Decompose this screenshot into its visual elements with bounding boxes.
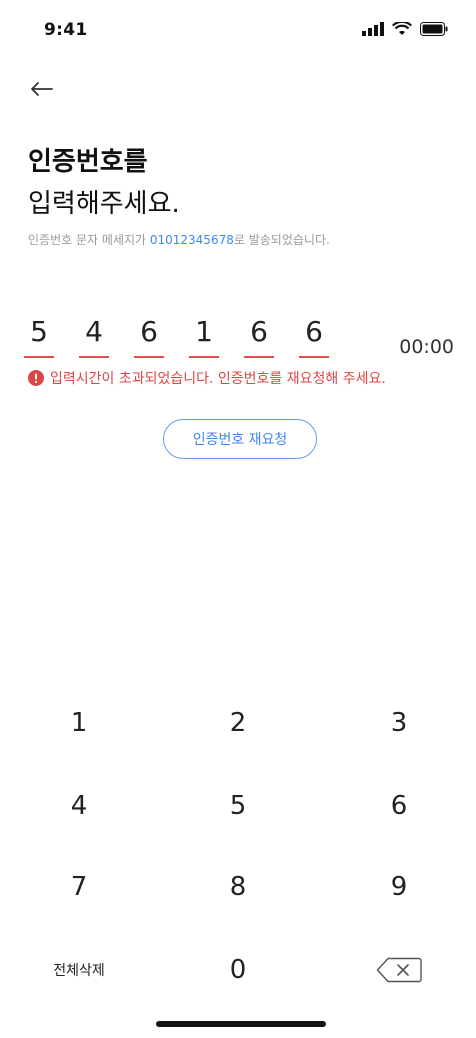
back-button[interactable] xyxy=(24,72,58,106)
key-6[interactable]: 6 xyxy=(339,773,459,839)
battery-icon xyxy=(420,22,448,36)
code-digit-value: 1 xyxy=(195,315,213,348)
clear-all-button[interactable]: 전체삭제 xyxy=(19,937,139,1003)
error-message: 입력시간이 초과되었습니다. 인증번호를 재요청해 주세요. xyxy=(28,368,386,388)
code-digit-4[interactable]: 1 xyxy=(189,312,219,358)
phone-number: 01012345678 xyxy=(149,233,234,247)
code-digit-2[interactable]: 4 xyxy=(79,312,109,358)
code-digit-6[interactable]: 6 xyxy=(299,312,329,358)
digit-underline xyxy=(134,356,164,358)
status-icons xyxy=(362,22,448,36)
digit-underline xyxy=(244,356,274,358)
resend-code-button[interactable]: 인증번호 재요청 xyxy=(163,419,317,459)
key-8[interactable]: 8 xyxy=(178,854,298,920)
status-bar: 9:41 xyxy=(0,0,476,64)
countdown-timer: 00:00 xyxy=(399,336,454,358)
status-time: 9:41 xyxy=(44,20,88,40)
digit-underline xyxy=(24,356,54,358)
backspace-icon xyxy=(376,957,422,983)
code-digit-value: 4 xyxy=(85,315,103,348)
key-0[interactable]: 0 xyxy=(178,937,298,1003)
code-digit-value: 5 xyxy=(30,315,48,348)
error-text: 입력시간이 초과되었습니다. 인증번호를 재요청해 주세요. xyxy=(50,371,386,387)
key-3[interactable]: 3 xyxy=(339,690,459,756)
backspace-button[interactable] xyxy=(339,937,459,1003)
wifi-icon xyxy=(392,22,412,35)
digit-underline xyxy=(299,356,329,358)
page-title-line1: 인증번호를 xyxy=(28,147,148,177)
arrow-left-icon xyxy=(31,82,53,96)
key-9[interactable]: 9 xyxy=(339,854,459,920)
notice-prefix: 인증번호 문자 메세지가 xyxy=(28,233,150,247)
code-digit-1[interactable]: 5 xyxy=(24,312,54,358)
code-digit-value: 6 xyxy=(305,315,323,348)
key-4[interactable]: 4 xyxy=(19,773,139,839)
key-2[interactable]: 2 xyxy=(178,690,298,756)
notice-suffix: 로 발송되었습니다. xyxy=(233,233,330,247)
key-1[interactable]: 1 xyxy=(19,690,139,756)
digit-underline xyxy=(79,356,109,358)
code-digit-3[interactable]: 6 xyxy=(134,312,164,358)
sms-sent-notice: 인증번호 문자 메세지가 01012345678로 발송되었습니다. xyxy=(28,231,330,248)
digit-underline xyxy=(189,356,219,358)
code-digit-5[interactable]: 6 xyxy=(244,312,274,358)
home-indicator[interactable] xyxy=(156,1021,326,1027)
page-title-line2: 입력해주세요. xyxy=(28,189,180,219)
key-7[interactable]: 7 xyxy=(19,854,139,920)
key-5[interactable]: 5 xyxy=(178,773,298,839)
code-digit-value: 6 xyxy=(140,315,158,348)
error-icon xyxy=(28,370,44,386)
code-digit-value: 6 xyxy=(250,315,268,348)
verification-code-input[interactable]: 5 4 6 1 6 6 xyxy=(24,312,354,358)
signal-icon xyxy=(362,22,384,36)
